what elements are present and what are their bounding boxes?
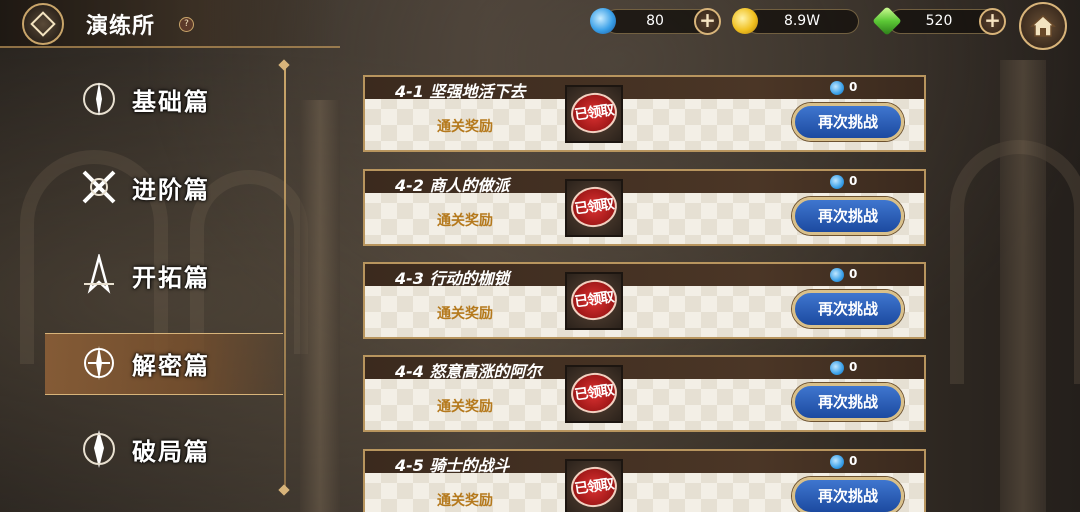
sidebar-item-breakthrough[interactable]: 破局篇 (78, 418, 278, 478)
level-cost: 0 (849, 174, 858, 188)
reward-label: 通关奖励 (437, 213, 493, 229)
reward-item[interactable]: 已领取 (565, 85, 623, 143)
claimed-stamp: 已领取 (568, 89, 620, 137)
retry-button[interactable]: 再次挑战 (792, 290, 904, 328)
reward-item[interactable]: 已领取 (565, 459, 623, 512)
level-card: 4-1 坚强地活下去 0 通关奖励 已领取 再次挑战 (363, 75, 926, 152)
gem-resource-value: 520 (925, 13, 953, 29)
reward-item[interactable]: 已领取 (565, 365, 623, 423)
water-drop-icon (830, 361, 844, 375)
claimed-stamp: 已领取 (568, 369, 620, 417)
level-title: 4-3 行动的枷锁 (395, 269, 510, 288)
back-icon (30, 11, 56, 37)
add-gem-button[interactable]: + (979, 8, 1006, 35)
level-title: 4-4 怒意高涨的阿尔 (395, 362, 542, 381)
reward-label: 通关奖励 (437, 399, 493, 415)
reward-label: 通关奖励 (437, 119, 493, 135)
retry-button[interactable]: 再次挑战 (792, 383, 904, 421)
level-list[interactable]: 4-1 坚强地活下去 0 通关奖励 已领取 再次挑战 4-2 商人的做派 0 通… (363, 75, 926, 512)
reward-label: 通关奖励 (437, 306, 493, 322)
sidebar-item-pioneer[interactable]: 开拓篇 (78, 244, 278, 304)
level-card: 4-3 行动的枷锁 0 通关奖励 已领取 再次挑战 (363, 262, 926, 339)
level-card: 4-2 商人的做派 0 通关奖励 已领取 再次挑战 (363, 169, 926, 246)
retry-button[interactable]: 再次挑战 (792, 103, 904, 141)
sword-emblem-icon (83, 82, 115, 116)
sidebar-item-basics[interactable]: 基础篇 (78, 68, 278, 128)
gold-coin-icon (732, 8, 758, 34)
water-drop-icon (830, 81, 844, 95)
sidebar-item-label: 进阶篇 (132, 176, 210, 204)
level-title: 4-5 骑士的战斗 (395, 456, 510, 475)
claimed-stamp: 已领取 (568, 183, 620, 231)
sidebar-item-label: 基础篇 (132, 88, 210, 116)
level-title: 4-1 坚强地活下去 (395, 82, 526, 101)
reward-label: 通关奖励 (437, 493, 493, 509)
water-drop-icon (830, 175, 844, 189)
sidebar-item-label: 解密篇 (132, 352, 210, 380)
claimed-stamp: 已领取 (568, 463, 620, 511)
key-sword-emblem-icon (84, 346, 114, 380)
level-cost: 0 (849, 267, 858, 281)
home-icon (1030, 14, 1056, 37)
level-cost: 0 (849, 80, 858, 94)
sidebar-item-advanced[interactable]: 进阶篇 (78, 156, 278, 216)
divider-bottom-ornament (278, 484, 290, 496)
divider-top-ornament (278, 59, 290, 71)
home-button[interactable] (1019, 2, 1067, 50)
spear-emblem-icon (84, 254, 114, 294)
blade-emblem-icon (83, 430, 115, 468)
level-card: 4-5 骑士的战斗 0 通关奖励 已领取 再次挑战 (363, 449, 926, 512)
add-water-button[interactable]: + (694, 8, 721, 35)
help-icon[interactable]: ? (179, 17, 194, 32)
water-drop-icon (590, 8, 616, 34)
reward-item[interactable]: 已领取 (565, 272, 623, 330)
water-drop-icon (830, 268, 844, 282)
level-card: 4-4 怒意高涨的阿尔 0 通关奖励 已领取 再次挑战 (363, 355, 926, 432)
sidebar-divider (284, 65, 286, 490)
retry-button[interactable]: 再次挑战 (792, 477, 904, 512)
gold-resource-value: 8.9W (783, 13, 821, 29)
level-title: 4-2 商人的做派 (395, 176, 510, 195)
sidebar-item-label: 开拓篇 (132, 264, 210, 292)
sidebar-item-label: 破局篇 (132, 438, 210, 466)
level-cost: 0 (849, 360, 858, 374)
sidebar-item-decrypt[interactable]: 解密篇 (78, 332, 278, 392)
water-resource-value: 80 (646, 13, 664, 29)
back-button[interactable] (22, 3, 64, 45)
page-title: 演练所 (86, 14, 156, 39)
claimed-stamp: 已领取 (568, 276, 620, 324)
level-cost: 0 (849, 454, 858, 468)
retry-button[interactable]: 再次挑战 (792, 197, 904, 235)
gold-resource-bar: 8.9W (745, 9, 859, 34)
crossed-swords-icon (82, 170, 116, 204)
water-drop-icon (830, 455, 844, 469)
reward-item[interactable]: 已领取 (565, 179, 623, 237)
